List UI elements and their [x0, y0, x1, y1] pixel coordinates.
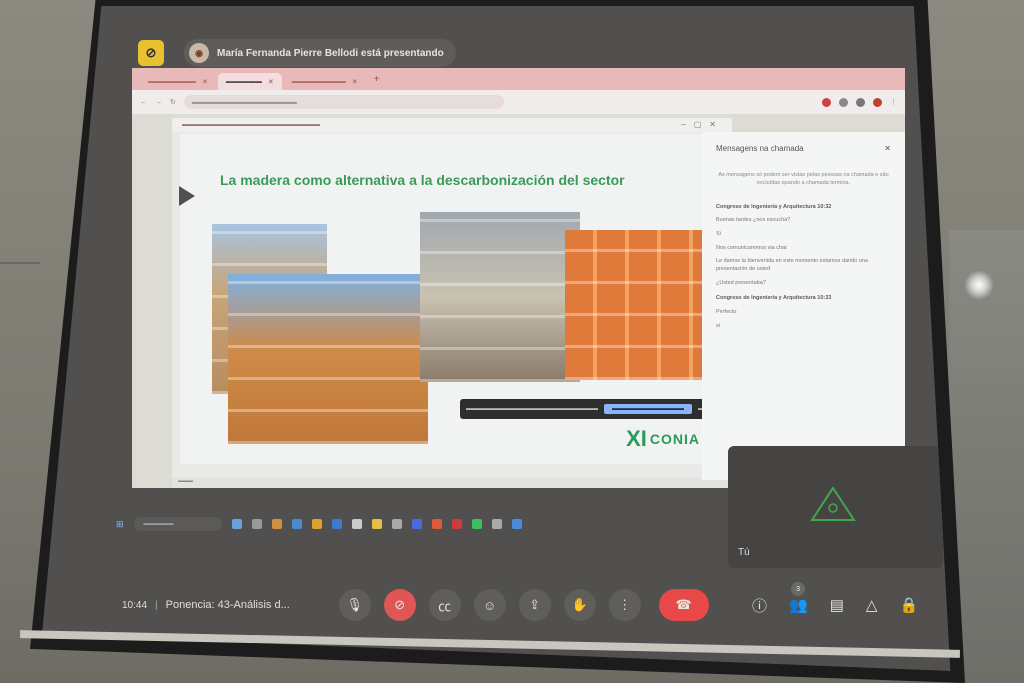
message: ¿Usted presentaba? [716, 279, 766, 286]
message-sender: Congreso de Ingeniería y Arquitectura 10… [716, 295, 832, 302]
message: Nos comunicaremos via chat [716, 244, 787, 251]
hangup-icon[interactable]: ☎ [658, 589, 709, 621]
close-icon[interactable]: ✕ [352, 78, 358, 86]
stop-sharing-button[interactable]: ▬▬▬▬▬▬▬▬▬▬▬▬ [604, 404, 692, 414]
separator: | [155, 599, 158, 611]
ppt-titlebar: ▬▬▬▬▬▬▬▬▬▬▬▬▬▬▬▬▬▬▬▬▬▬▬ [172, 118, 732, 132]
message: Buenas tardes ¿nos escucha? [716, 217, 791, 224]
taskbar-app-icon[interactable] [471, 519, 482, 529]
chat-title: Mensagens na chamada [716, 144, 804, 153]
back-icon[interactable]: ← [140, 99, 147, 106]
chat-icon[interactable]: ▤ [830, 596, 844, 614]
slide-notch [179, 186, 195, 206]
more-options-icon[interactable]: ⋮ [608, 589, 641, 621]
right-controls: ⓘ 👥 3 ▤ △ 🔒 [752, 580, 918, 630]
message-sender: Congreso de Ingeniería y Arquitectura 10… [716, 203, 832, 210]
extension-icon[interactable] [839, 97, 848, 107]
new-tab-icon[interactable]: + [374, 74, 380, 85]
self-video-tile[interactable]: Tú [728, 446, 943, 568]
clock: 10:44 [122, 599, 148, 611]
message: Si [716, 230, 721, 237]
mic-icon[interactable]: 🎙 [338, 589, 371, 621]
conia-logo: XI CONIA [626, 426, 700, 451]
timber-photo-3 [420, 212, 580, 382]
windows-start-icon[interactable]: ⊞ [116, 519, 124, 530]
present-icon[interactable]: ⇪ [518, 589, 551, 621]
ppt-statusbar: ▬▬▬ [172, 478, 732, 488]
taskbar-app-icon[interactable] [491, 519, 502, 529]
activities-icon[interactable]: △ [866, 596, 878, 614]
chat-messages: Congreso de Ingeniería y Arquitectura 10… [716, 204, 891, 331]
taskbar-app-icon[interactable] [251, 519, 262, 529]
host-controls-icon[interactable]: 🔒 [899, 596, 918, 614]
reload-icon[interactable]: ↻ [170, 98, 176, 106]
meeting-name: Ponencia: 43-Análisis d... [165, 599, 290, 611]
close-icon[interactable]: ✕ [268, 78, 274, 86]
people-icon[interactable]: 👥 3 [789, 582, 808, 614]
taskbar-app-icon[interactable] [271, 519, 282, 529]
meet-top-bar: ⊘ ◉ María Fernanda Pierre Bellodi está p… [138, 36, 456, 70]
warning-icon [808, 484, 858, 529]
taskbar-app-icon[interactable] [451, 519, 462, 529]
raise-hand-icon[interactable]: ✋ [563, 589, 596, 621]
message: Perfecto [716, 309, 737, 315]
meet-control-bar: 10:44 | Ponencia: 43-Análisis d... 🎙 ⊘ ㏄… [122, 580, 950, 630]
browser-tab-active[interactable]: ▬▬▬▬▬▬ ✕ [217, 73, 282, 90]
emoji-icon[interactable]: ☺ [473, 589, 506, 621]
slide: La madera como alternativa a la descarbo… [179, 134, 760, 464]
close-icon[interactable]: ✕ [884, 144, 891, 153]
captions-icon[interactable]: ㏄ [428, 589, 461, 621]
avatar: ◉ [189, 43, 209, 63]
slide-title: La madera como alternativa a la descarbo… [220, 172, 625, 188]
message: Le damos la bienvenida en este momento e… [716, 258, 868, 272]
taskbar-app-icon[interactable] [291, 519, 302, 529]
extension-icon[interactable] [873, 97, 882, 107]
taskbar-app-icon[interactable] [231, 519, 242, 529]
projected-screen: ⊘ ◉ María Fernanda Pierre Bellodi está p… [42, 6, 951, 671]
taskbar-app-icon[interactable] [371, 519, 382, 529]
meet-logo-icon: ⊘ [138, 40, 164, 66]
taskbar-app-icon[interactable] [511, 519, 522, 529]
taskbar-app-icon[interactable] [431, 519, 442, 529]
message: si [716, 322, 720, 329]
light-glare [964, 270, 994, 300]
window-controls[interactable]: –▢✕ [681, 120, 724, 129]
share-info: ▬▬▬▬▬▬▬▬▬▬▬▬▬▬▬▬▬▬▬▬▬▬ [466, 406, 598, 412]
powerpoint-window: ▬▬▬▬▬▬▬▬▬▬▬▬▬▬▬▬▬▬▬▬▬▬▬ –▢✕ La madera co… [172, 118, 760, 488]
self-label: Tú [738, 547, 750, 558]
taskbar-app-icon[interactable] [351, 519, 362, 529]
chat-info: As mensagens só podem ser vistas pelas p… [718, 172, 889, 187]
menu-icon[interactable]: ⋮ [890, 98, 897, 106]
participants-badge: 3 [791, 582, 806, 596]
taskbar-app-icon[interactable] [411, 519, 422, 529]
taskbar-app-icon[interactable] [311, 519, 322, 529]
camera-off-icon[interactable]: ⊘ [383, 589, 416, 621]
presenter-pill[interactable]: ◉ María Fernanda Pierre Bellodi está pre… [184, 39, 456, 67]
wall-line [0, 262, 40, 264]
chat-header: Mensagens na chamada ✕ [702, 132, 905, 153]
profile-icon[interactable] [856, 97, 865, 107]
presenter-text: María Fernanda Pierre Bellodi está prese… [217, 47, 444, 59]
taskbar-search[interactable]: ▬▬▬▬▬ [133, 517, 222, 531]
browser-tabbar: ▬▬▬▬▬▬▬▬ ✕ ▬▬▬▬▬▬ ✕ ▬▬▬▬▬▬▬▬▬ ✕ + [132, 68, 905, 90]
info-icon[interactable]: ⓘ [752, 595, 767, 616]
taskbar-app-icon[interactable] [391, 519, 402, 529]
browser-toolbar: ← → ↻ ▬▬▬▬▬▬▬▬▬▬▬▬▬▬▬ ⋮ [132, 90, 905, 114]
forward-icon[interactable]: → [155, 99, 162, 106]
address-bar[interactable]: ▬▬▬▬▬▬▬▬▬▬▬▬▬▬▬ [183, 95, 504, 109]
close-icon[interactable]: ✕ [202, 78, 208, 86]
chat-panel: Mensagens na chamada ✕ As mensagens só p… [702, 132, 905, 480]
extension-icon[interactable] [822, 97, 831, 107]
browser-tab[interactable]: ▬▬▬▬▬▬▬▬▬ ✕ [284, 73, 366, 90]
windows-taskbar: ⊞ ▬▬▬▬▬ [102, 511, 742, 537]
browser-tab[interactable]: ▬▬▬▬▬▬▬▬ ✕ [140, 73, 216, 90]
timber-photo-2 [228, 274, 428, 444]
taskbar-app-icon[interactable] [331, 519, 342, 529]
